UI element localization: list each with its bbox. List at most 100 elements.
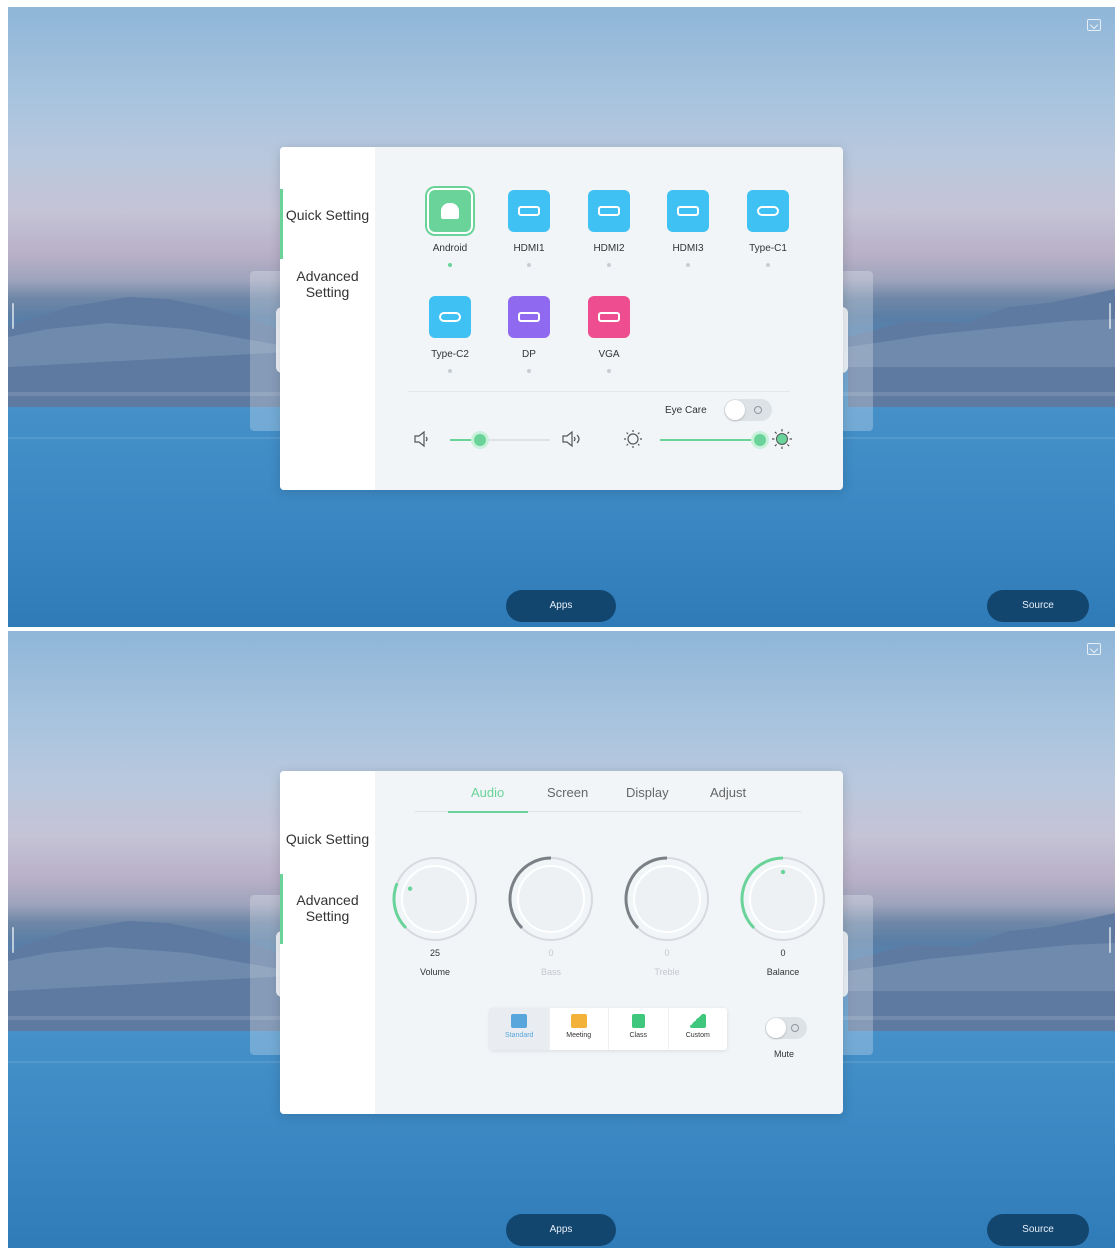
custom-icon <box>689 1014 706 1028</box>
mode-label: Standard <box>505 1032 534 1039</box>
source-label: HDMI1 <box>513 243 545 254</box>
advanced-setting-panel: Quick Setting Advanced Setting Audio Scr… <box>280 771 843 1114</box>
mode-meeting[interactable]: Meeting <box>550 1008 609 1050</box>
source-button[interactable]: Source <box>987 1214 1089 1246</box>
volume-label: Volume <box>419 967 451 977</box>
hdmi-icon <box>588 190 630 232</box>
quick-setting-content: Android HDMI1 HDMI2 HDMI3 Type-C1 Type-C… <box>375 147 843 490</box>
bass-dial: 0 Bass <box>507 855 595 977</box>
treble-dial: 0 Treble <box>623 855 711 977</box>
mode-label: Class <box>629 1032 647 1039</box>
source-vga[interactable]: VGA <box>579 296 639 373</box>
source-dot <box>607 263 611 267</box>
android-icon <box>429 190 471 232</box>
mode-class[interactable]: Class <box>609 1008 669 1050</box>
settings-sidebar: Quick Setting Advanced Setting <box>280 771 375 1114</box>
brightness-slider-fill <box>660 439 760 441</box>
screen-capture-icon[interactable] <box>1087 643 1101 655</box>
tab-screen[interactable]: Screen <box>547 785 588 800</box>
advanced-setting-screen: Quick Setting Advanced Setting Audio Scr… <box>8 631 1115 1248</box>
source-dot <box>607 369 611 373</box>
source-label: HDMI2 <box>593 243 625 254</box>
volume-slider-handle[interactable] <box>471 431 489 449</box>
hdmi-icon <box>667 190 709 232</box>
source-label: VGA <box>598 349 620 360</box>
displayport-icon <box>508 296 550 338</box>
source-label: Type-C2 <box>431 349 469 360</box>
settings-sidebar: Quick Setting Advanced Setting <box>280 147 375 490</box>
tab-display[interactable]: Display <box>626 785 669 800</box>
sidebar-item-advanced-setting[interactable]: Advanced Setting <box>280 874 375 944</box>
class-icon <box>631 1014 645 1028</box>
bass-knob <box>508 856 593 941</box>
quick-setting-panel: Quick Setting Advanced Setting Android H… <box>280 147 843 490</box>
treble-value: 0 <box>664 948 670 958</box>
tab-audio[interactable]: Audio <box>471 785 504 800</box>
balance-value: 0 <box>780 948 786 958</box>
source-hdmi2[interactable]: HDMI2 <box>579 190 639 267</box>
mode-standard[interactable]: Standard <box>490 1008 550 1050</box>
divider <box>408 391 790 392</box>
quick-setting-screen: Quick Setting Advanced Setting Android H… <box>8 7 1115 627</box>
volume-dial[interactable]: 25 Volume <box>391 855 479 977</box>
source-active-dot <box>448 263 452 267</box>
mode-label: Meeting <box>566 1032 592 1039</box>
bass-value: 0 <box>548 948 554 958</box>
mute-label: Mute <box>774 1049 795 1059</box>
meeting-icon <box>570 1014 587 1028</box>
mode-custom[interactable]: Custom <box>669 1008 728 1050</box>
source-dot <box>766 263 770 267</box>
source-dot <box>686 263 690 267</box>
volume-knob[interactable] <box>391 855 479 943</box>
sidebar-item-quick-setting[interactable]: Quick Setting <box>280 189 375 259</box>
source-dot <box>527 263 531 267</box>
source-label: HDMI3 <box>672 243 704 254</box>
bass-label: Bass <box>540 967 561 977</box>
eye-care-label: Eye Care <box>665 405 707 416</box>
right-edge-handle[interactable] <box>1109 303 1111 329</box>
brightness-slider-handle[interactable] <box>751 431 769 449</box>
balance-label: Balance <box>766 967 800 977</box>
eye-care-toggle[interactable] <box>724 399 772 421</box>
source-dot <box>448 369 452 373</box>
source-label: Android <box>432 243 468 254</box>
usb-c-icon <box>747 190 789 232</box>
apps-button[interactable]: Apps <box>506 1214 616 1246</box>
source-hdmi1[interactable]: HDMI1 <box>499 190 559 267</box>
volume-low-icon <box>414 430 428 448</box>
mode-label: Custom <box>685 1032 710 1039</box>
sound-mode-selector: Standard Meeting Class Custom <box>490 1008 727 1050</box>
treble-knob <box>624 856 709 941</box>
brightness-high-icon <box>772 429 792 449</box>
sidebar-item-advanced-setting[interactable]: Advanced Setting <box>280 268 375 300</box>
source-label: Type-C1 <box>749 243 787 254</box>
active-tab-indicator <box>448 811 528 813</box>
right-edge-handle[interactable] <box>1109 927 1111 953</box>
source-android[interactable]: Android <box>420 190 480 267</box>
left-edge-handle[interactable] <box>12 303 14 329</box>
advanced-setting-content: Audio Screen Display Adjust 25 Volume 0 … <box>375 771 843 1114</box>
apps-button[interactable]: Apps <box>506 590 616 622</box>
tab-adjust[interactable]: Adjust <box>710 785 746 800</box>
source-dot <box>527 369 531 373</box>
volume-high-icon <box>562 430 580 448</box>
balance-knob[interactable] <box>739 855 827 943</box>
usb-c-icon <box>429 296 471 338</box>
vga-icon <box>588 296 630 338</box>
source-label: DP <box>522 349 536 360</box>
hdmi-icon <box>508 190 550 232</box>
left-edge-handle[interactable] <box>12 927 14 953</box>
source-hdmi3[interactable]: HDMI3 <box>658 190 718 267</box>
screen-capture-icon[interactable] <box>1087 19 1101 31</box>
source-button[interactable]: Source <box>987 590 1089 622</box>
source-type-c1[interactable]: Type-C1 <box>738 190 798 267</box>
brightness-low-icon <box>624 430 642 448</box>
sidebar-item-quick-setting[interactable]: Quick Setting <box>280 831 375 847</box>
standard-icon <box>511 1014 528 1028</box>
balance-dial[interactable]: 0 Balance <box>739 855 827 977</box>
mute-toggle[interactable] <box>765 1017 807 1039</box>
source-dp[interactable]: DP <box>499 296 559 373</box>
volume-value: 25 <box>429 948 440 958</box>
treble-label: Treble <box>654 967 680 977</box>
source-type-c2[interactable]: Type-C2 <box>420 296 480 373</box>
